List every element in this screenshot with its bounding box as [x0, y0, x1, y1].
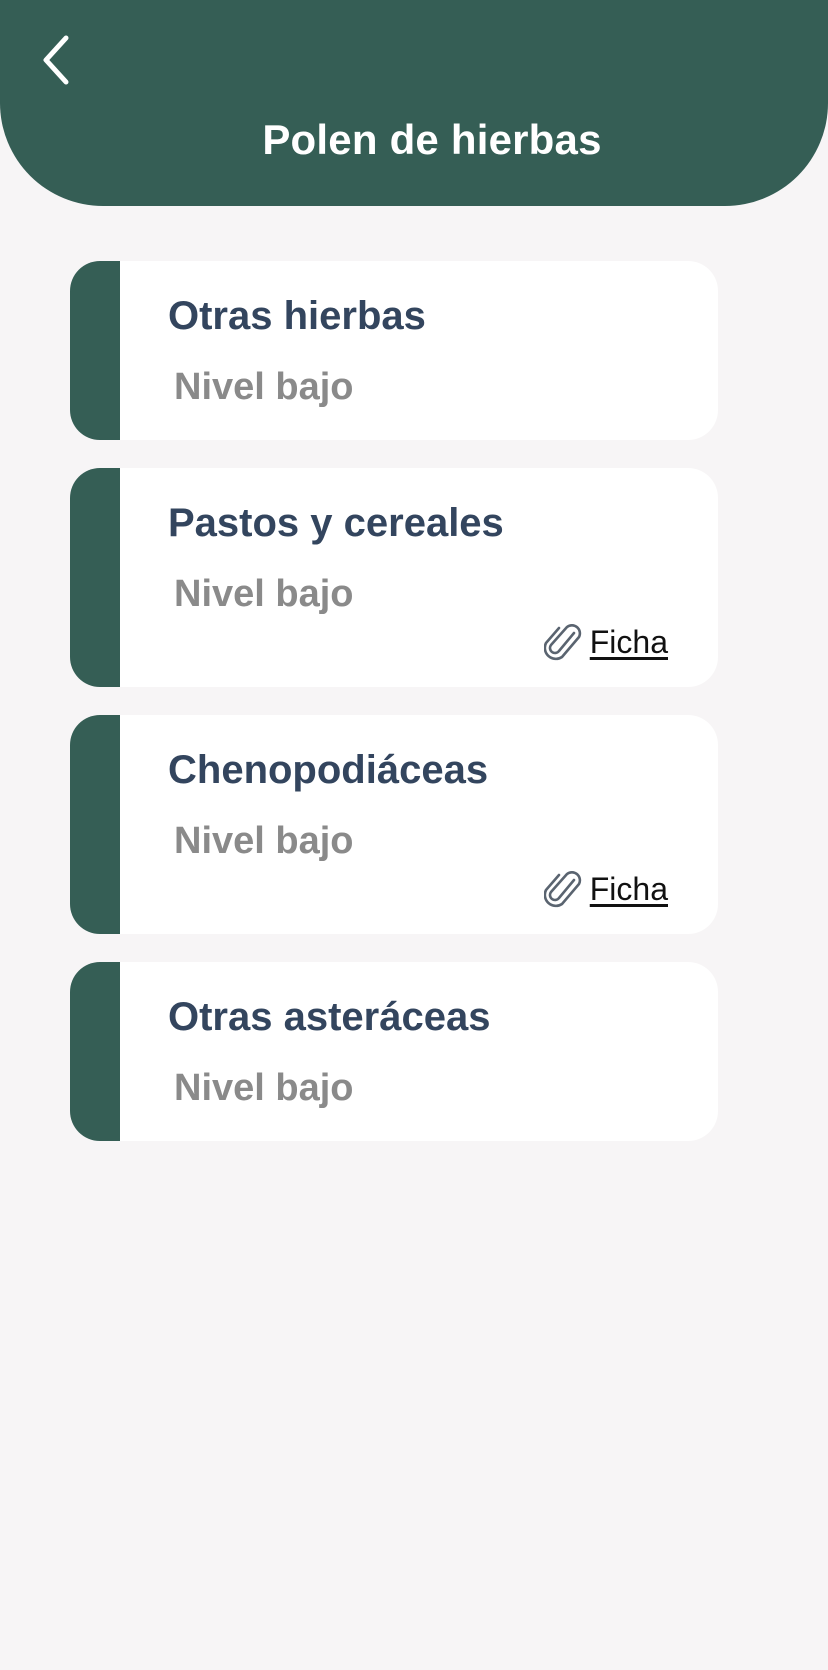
ficha-link[interactable]: Ficha — [543, 620, 668, 664]
pollen-level: Nivel bajo — [174, 820, 354, 862]
paperclip-icon — [543, 624, 581, 661]
paperclip-icon — [543, 871, 581, 908]
ficha-link-label[interactable]: Ficha — [590, 622, 668, 662]
level-stripe — [70, 468, 120, 687]
pollen-level: Nivel bajo — [174, 1067, 354, 1109]
pollen-name: Otras asteráceas — [168, 995, 491, 1039]
list-item[interactable]: Otras asteráceas Nivel bajo — [70, 962, 718, 1141]
list-item[interactable]: Otras hierbas Nivel bajo — [70, 261, 718, 440]
list-item[interactable]: Chenopodiáceas Nivel bajo Ficha — [70, 715, 718, 934]
ficha-link[interactable]: Ficha — [543, 867, 668, 911]
level-stripe — [70, 962, 120, 1141]
pollen-name: Pastos y cereales — [168, 501, 504, 545]
pollen-list: Otras hierbas Nivel bajo Pastos y cereal… — [70, 261, 718, 1169]
page-title: Polen de hierbas — [262, 116, 602, 163]
level-stripe — [70, 261, 120, 440]
back-button[interactable] — [28, 28, 84, 92]
pollen-name: Chenopodiáceas — [168, 748, 489, 792]
list-item[interactable]: Pastos y cereales Nivel bajo Ficha — [70, 468, 718, 687]
pollen-level: Nivel bajo — [174, 366, 354, 408]
header-bar: Polen de hierbas — [0, 0, 828, 206]
level-stripe — [70, 715, 120, 934]
pollen-level: Nivel bajo — [174, 573, 354, 615]
pollen-name: Otras hierbas — [168, 294, 426, 338]
chevron-left-icon — [43, 35, 69, 85]
ficha-link-label[interactable]: Ficha — [590, 869, 668, 909]
